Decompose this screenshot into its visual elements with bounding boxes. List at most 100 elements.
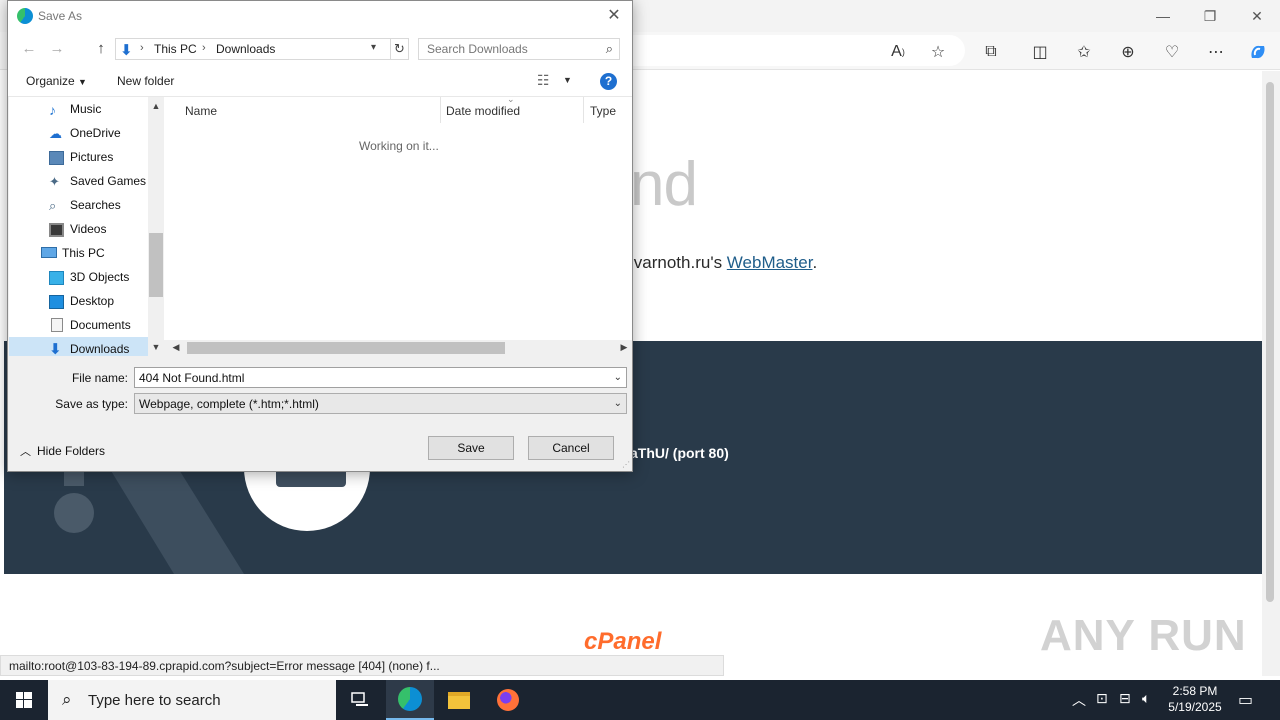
nav-item-downloads[interactable]: ⬇ Downloads <box>9 337 148 356</box>
column-divider[interactable] <box>583 97 584 123</box>
nav-item-label: Documents <box>70 318 131 332</box>
save-button[interactable]: Save <box>428 436 514 460</box>
command-bar: Organize ▼ New folder ☷ ▼ ? <box>8 66 632 97</box>
file-name-field[interactable]: 404 Not Found.html ⌄ <box>134 367 627 388</box>
resize-grip-icon[interactable]: ⋰ <box>622 460 630 469</box>
loading-status: Working on it... <box>359 139 439 153</box>
webmaster-link[interactable]: WebMaster <box>727 253 813 272</box>
music-icon: ♪ <box>49 102 56 118</box>
file-list-hscroll-thumb[interactable] <box>187 342 505 354</box>
sort-chevron-icon: ⌄ <box>507 94 515 104</box>
volume-icon[interactable]: 🔈︎ <box>1142 690 1150 707</box>
nav-item-this-pc[interactable]: This PC <box>9 241 148 265</box>
nav-pane-scrollbar[interactable] <box>148 97 164 356</box>
address-dropdown-icon[interactable]: ▾ <box>371 42 376 53</box>
nav-item-label: Searches <box>70 198 121 212</box>
breadcrumb-chevron-icon[interactable]: › <box>202 42 206 54</box>
system-clock[interactable]: 2:58 PM 5/19/2025 <box>1160 683 1230 715</box>
split-screen-icon[interactable]: ◫ <box>1026 39 1054 65</box>
nav-item-videos[interactable]: Videos <box>9 217 148 241</box>
refresh-icon[interactable]: ↻ <box>391 38 409 60</box>
breadcrumb-downloads[interactable]: Downloads <box>216 42 275 56</box>
nav-item-music[interactable]: ♪ Music <box>9 97 148 121</box>
view-dropdown-icon[interactable]: ▼ <box>563 75 572 85</box>
dialog-title: Save As <box>38 9 83 23</box>
nav-item-pictures[interactable]: Pictures <box>9 145 148 169</box>
nav-pane-scroll-thumb[interactable] <box>149 233 163 297</box>
nav-item-label: Pictures <box>70 150 114 164</box>
video-icon <box>49 223 64 237</box>
clock-date: 5/19/2025 <box>1168 700 1222 714</box>
file-list-pane[interactable]: Name Date modified ⌄ Type Working on it.… <box>164 94 632 340</box>
search-downloads-input[interactable]: Search Downloads ⌕ <box>418 38 620 60</box>
read-aloud-icon[interactable]: A) <box>884 39 912 65</box>
page-message: ivarnoth.ru's WebMaster. <box>630 253 817 273</box>
nav-item-label: Videos <box>70 222 107 236</box>
folder-navigation-pane[interactable]: ♪ Music ☁ OneDrive Pictures ✦ Saved Game… <box>9 97 148 356</box>
address-bar[interactable] <box>620 35 965 66</box>
column-header-date-modified[interactable]: Date modified <box>446 104 520 118</box>
scroll-down-icon[interactable]: ▼ <box>148 342 164 352</box>
restore-button[interactable]: ❐ <box>1187 0 1233 32</box>
task-view-icon[interactable] <box>336 680 384 720</box>
scroll-up-icon[interactable]: ▲ <box>148 101 164 111</box>
chevron-down-icon[interactable]: ⌄ <box>614 398 622 409</box>
scroll-right-icon[interactable]: ▶ <box>616 342 632 353</box>
search-placeholder: Search Downloads <box>427 42 528 56</box>
nav-item-label: Saved Games <box>70 174 147 188</box>
column-divider[interactable] <box>440 97 441 123</box>
edge-taskbar-icon[interactable] <box>386 680 434 720</box>
network-activity-icon[interactable]: ⊡ <box>1096 690 1108 707</box>
network-icon[interactable]: ⊟ <box>1119 690 1131 707</box>
collections-icon[interactable]: ⊕ <box>1114 39 1142 65</box>
nav-item-3d-objects[interactable]: 3D Objects <box>9 265 148 289</box>
start-button[interactable] <box>0 680 48 720</box>
chevron-up-icon: ︿ <box>20 446 31 458</box>
games-icon: ✦ <box>49 174 60 189</box>
page-scroll-thumb[interactable] <box>1266 82 1274 602</box>
minimize-button[interactable]: — <box>1140 0 1186 32</box>
up-arrow-icon[interactable]: ↑ <box>90 40 112 58</box>
favorite-star-icon[interactable]: ☆ <box>924 39 952 65</box>
firefox-icon[interactable] <box>484 680 532 720</box>
file-explorer-icon[interactable] <box>435 680 483 720</box>
copilot-icon[interactable] <box>1244 39 1272 65</box>
notifications-icon[interactable]: ▭ <box>1238 690 1253 710</box>
settings-more-icon[interactable]: ⋯ <box>1202 39 1230 65</box>
column-header-type[interactable]: Type <box>590 104 616 118</box>
help-icon[interactable]: ? <box>600 73 617 90</box>
back-arrow-icon[interactable]: ← <box>18 40 40 58</box>
new-folder-button[interactable]: New folder <box>117 74 174 88</box>
cancel-button[interactable]: Cancel <box>528 436 614 460</box>
save-as-type-select[interactable]: Webpage, complete (*.htm;*.html) ⌄ <box>134 393 627 414</box>
dialog-close-icon[interactable]: ✕ <box>602 5 626 27</box>
scroll-left-icon[interactable]: ◀ <box>168 342 184 353</box>
chevron-down-icon[interactable]: ⌄ <box>614 372 622 383</box>
nav-item-onedrive[interactable]: ☁ OneDrive <box>9 121 148 145</box>
hide-folders-label: Hide Folders <box>37 444 106 458</box>
search-icon: ⌕ <box>62 690 72 709</box>
view-options-icon[interactable]: ☷ <box>537 72 550 89</box>
save-as-type-value: Webpage, complete (*.htm;*.html) <box>139 397 319 411</box>
cloud-icon: ☁ <box>49 126 62 141</box>
taskbar-search-box[interactable]: ⌕ Type here to search <box>48 680 336 720</box>
extensions-icon[interactable]: ⧉ <box>977 39 1005 65</box>
organize-menu[interactable]: Organize ▼ <box>26 74 87 88</box>
search-icon: ⌕ <box>605 41 613 56</box>
nav-item-saved-games[interactable]: ✦ Saved Games <box>9 169 148 193</box>
show-hidden-icons-icon[interactable]: ︿ <box>1072 690 1086 710</box>
breadcrumb-this-pc[interactable]: This PC <box>154 42 197 56</box>
browser-essentials-icon[interactable]: ♡ <box>1158 39 1186 65</box>
nav-item-desktop[interactable]: Desktop <box>9 289 148 313</box>
forward-arrow-icon[interactable]: → <box>46 40 68 58</box>
breadcrumb-chevron-icon[interactable]: › <box>140 42 144 54</box>
favorites-icon[interactable]: ✩ <box>1070 39 1098 65</box>
nav-item-documents[interactable]: Documents <box>9 313 148 337</box>
close-button[interactable]: ✕ <box>1234 0 1280 32</box>
file-name-value[interactable]: 404 Not Found.html <box>139 371 244 385</box>
nav-item-label: OneDrive <box>70 126 121 140</box>
column-header-name[interactable]: Name <box>185 104 217 118</box>
address-breadcrumb[interactable]: ⬇ › This PC › Downloads ▾ <box>115 38 391 60</box>
nav-item-searches[interactable]: ⌕ Searches <box>9 193 148 217</box>
hide-folders-toggle[interactable]: ︿ Hide Folders <box>20 443 105 459</box>
